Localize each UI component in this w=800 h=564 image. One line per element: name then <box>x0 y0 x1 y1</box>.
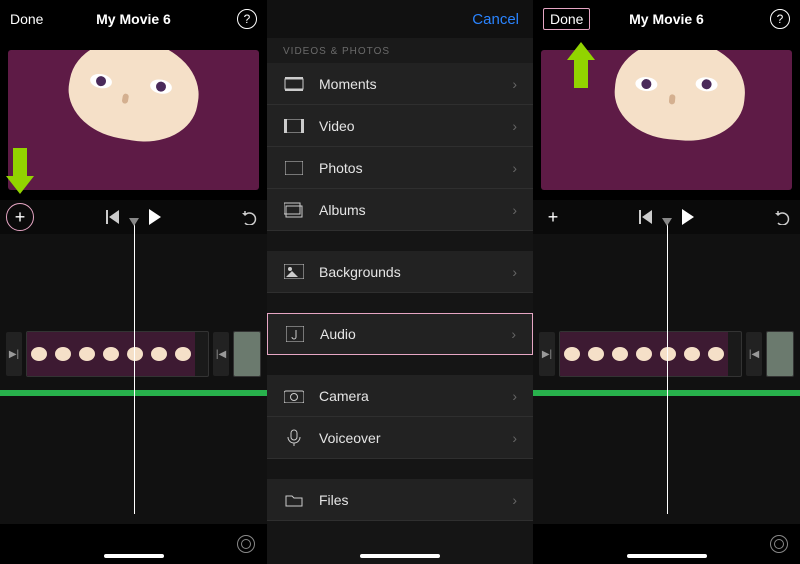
menu-item-albums[interactable]: Albums › <box>267 189 533 231</box>
menu-item-label: Moments <box>319 76 512 92</box>
next-clip[interactable] <box>233 331 261 377</box>
play-button[interactable] <box>149 209 161 225</box>
play-button[interactable] <box>682 209 694 225</box>
playhead[interactable] <box>667 224 668 514</box>
media-menu-panel: Cancel VIDEOS & PHOTOS Moments › Video ›… <box>267 0 533 564</box>
chevron-right-icon: › <box>512 264 517 280</box>
arrow-annotation <box>6 148 34 198</box>
moments-icon <box>283 75 305 93</box>
help-button[interactable]: ? <box>770 9 790 29</box>
menu-item-label: Photos <box>319 160 512 176</box>
undo-button[interactable] <box>774 209 792 225</box>
arrow-annotation <box>567 42 595 92</box>
bottom-bar <box>0 524 267 564</box>
menu-item-label: Camera <box>319 388 512 404</box>
cancel-button[interactable]: Cancel <box>472 11 519 28</box>
backgrounds-icon <box>283 263 305 281</box>
menu-item-voiceover[interactable]: Voiceover › <box>267 417 533 459</box>
menu-item-label: Files <box>319 492 512 508</box>
chevron-right-icon: › <box>512 160 517 176</box>
settings-button[interactable] <box>770 535 788 553</box>
video-clip[interactable] <box>26 331 209 377</box>
chevron-right-icon: › <box>512 388 517 404</box>
audio-icon <box>284 325 306 343</box>
menu-item-label: Voiceover <box>319 430 512 446</box>
undo-button[interactable] <box>241 209 259 225</box>
timeline[interactable]: ▶| |◀ <box>0 234 267 524</box>
bottom-bar <box>533 524 800 564</box>
section-header: VIDEOS & PHOTOS <box>267 38 533 63</box>
albums-icon <box>283 201 305 219</box>
home-indicator <box>627 554 707 558</box>
menu-item-audio[interactable]: Audio › <box>267 313 533 355</box>
playhead[interactable] <box>134 224 135 514</box>
menu-item-backgrounds[interactable]: Backgrounds › <box>267 251 533 293</box>
clip-start-marker[interactable]: ▶| <box>539 332 555 376</box>
done-button[interactable]: Done <box>543 8 590 30</box>
menu-item-files[interactable]: Files › <box>267 479 533 521</box>
add-media-button[interactable]: + <box>539 203 567 231</box>
settings-button[interactable] <box>237 535 255 553</box>
done-button[interactable]: Done <box>10 11 43 27</box>
chevron-right-icon: › <box>512 492 517 508</box>
menu-item-video[interactable]: Video › <box>267 105 533 147</box>
prev-button[interactable] <box>106 210 119 224</box>
chevron-right-icon: › <box>512 430 517 446</box>
add-media-button[interactable]: + <box>6 203 34 231</box>
topbar-left: Done My Movie 6 ? <box>0 0 267 38</box>
menu-item-moments[interactable]: Moments › <box>267 63 533 105</box>
next-clip[interactable] <box>766 331 794 377</box>
chevron-right-icon: › <box>512 118 517 134</box>
chevron-right-icon: › <box>512 76 517 92</box>
video-icon <box>283 117 305 135</box>
menu-item-camera[interactable]: Camera › <box>267 375 533 417</box>
editor-right-panel: Done My Movie 6 ? + ▶| <box>533 0 800 564</box>
files-icon <box>283 491 305 509</box>
menu-item-label: Backgrounds <box>319 264 512 280</box>
menu-item-label: Video <box>319 118 512 134</box>
menu-item-photos[interactable]: Photos › <box>267 147 533 189</box>
timeline[interactable]: ▶| |◀ <box>533 234 800 524</box>
topbar-right: Done My Movie 6 ? <box>533 0 800 38</box>
home-indicator <box>104 554 164 558</box>
chevron-right-icon: › <box>512 202 517 218</box>
clip-end-marker[interactable]: |◀ <box>213 332 229 376</box>
menu-topbar: Cancel <box>267 0 533 38</box>
prev-button[interactable] <box>639 210 652 224</box>
camera-icon <box>283 387 305 405</box>
menu-item-label: Audio <box>320 326 511 342</box>
clip-end-marker[interactable]: |◀ <box>746 332 762 376</box>
menu-item-label: Albums <box>319 202 512 218</box>
help-button[interactable]: ? <box>237 9 257 29</box>
video-preview <box>0 38 267 200</box>
preview-frame <box>8 50 259 190</box>
editor-left-panel: Done My Movie 6 ? + ▶| <box>0 0 267 564</box>
video-clip[interactable] <box>559 331 742 377</box>
photos-icon <box>283 159 305 177</box>
clip-start-marker[interactable]: ▶| <box>6 332 22 376</box>
voiceover-icon <box>283 429 305 447</box>
chevron-right-icon: › <box>511 326 516 342</box>
home-indicator <box>360 554 440 558</box>
